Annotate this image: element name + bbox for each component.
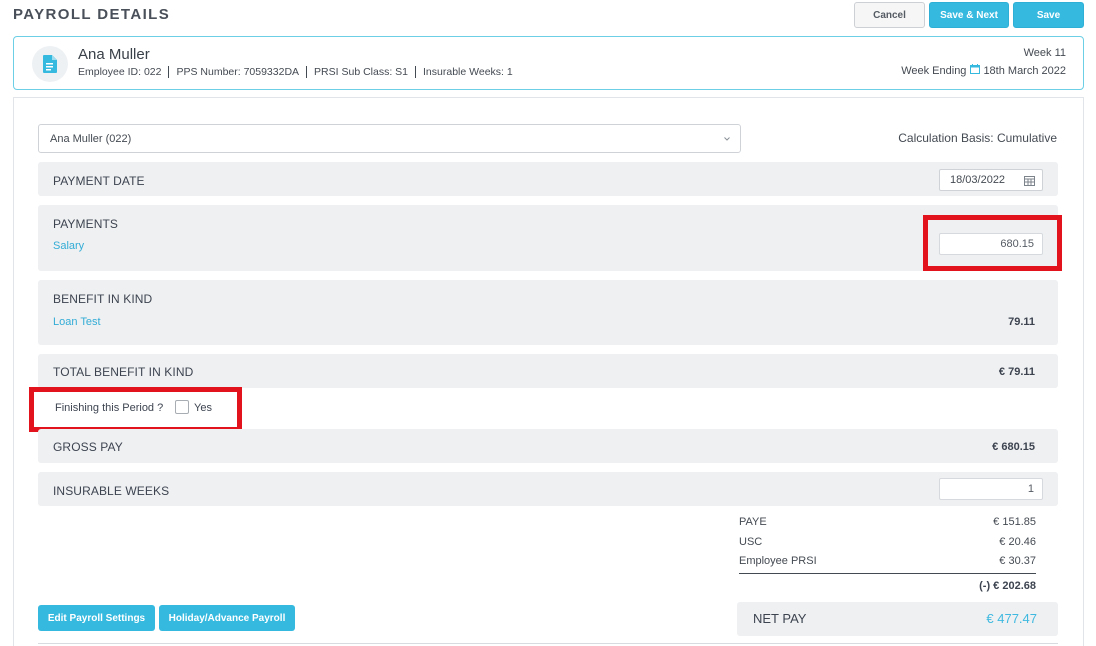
employee-id: Employee ID: 022 — [78, 66, 162, 78]
gross-pay-section: GROSS PAY € 680.15 — [38, 429, 1058, 463]
loan-test-link[interactable]: Loan Test — [53, 316, 101, 328]
payment-date-label: PAYMENT DATE — [53, 174, 145, 188]
pps-number: PPS Number: 7059332DA — [176, 66, 300, 78]
page-title: PAYROLL DETAILS — [13, 6, 171, 23]
deduction-row-usc: USC € 20.46 — [739, 536, 1036, 548]
total-bik-section: TOTAL BENEFIT IN KIND € 79.11 — [38, 354, 1058, 388]
insurable-weeks-meta: Insurable Weeks: 1 — [423, 66, 513, 78]
deduction-value: € 20.46 — [999, 536, 1036, 548]
payments-label: PAYMENTS — [53, 217, 119, 231]
chevron-down-icon — [723, 134, 731, 146]
cancel-button[interactable]: Cancel — [854, 2, 925, 28]
deductions-total: (-) € 202.68 — [979, 580, 1036, 592]
net-pay-box: NET PAY € 477.47 — [737, 602, 1058, 636]
divider — [168, 66, 170, 78]
benefit-in-kind-section: BENEFIT IN KIND Loan Test 79.11 — [38, 280, 1058, 345]
deduction-row-paye: PAYE € 151.85 — [739, 516, 1036, 528]
employee-name: Ana Muller — [78, 46, 150, 63]
save-button[interactable]: Save — [1013, 2, 1084, 28]
payments-section: PAYMENTS Salary — [38, 205, 1058, 271]
deduction-label: Employee PRSI — [739, 555, 817, 567]
employee-meta: Employee ID: 022 PPS Number: 7059332DA P… — [78, 66, 513, 78]
gross-pay-label: GROSS PAY — [53, 440, 123, 454]
insurable-weeks-input[interactable]: 1 — [939, 478, 1043, 500]
deduction-row-prsi: Employee PRSI € 30.37 — [739, 555, 1036, 567]
prsi-sub-class: PRSI Sub Class: S1 — [314, 66, 409, 78]
gross-pay-value: € 680.15 — [992, 441, 1035, 453]
deduction-label: PAYE — [739, 516, 767, 528]
calendar-icon[interactable] — [1024, 175, 1035, 189]
holiday-advance-payroll-button[interactable]: Holiday/Advance Payroll — [159, 605, 295, 631]
salary-link[interactable]: Salary — [53, 240, 84, 252]
employee-select-value: Ana Muller (022) — [50, 132, 132, 145]
payment-date-section: PAYMENT DATE 18/03/2022 — [38, 162, 1058, 196]
calculation-basis: Calculation Basis: Cumulative — [898, 131, 1057, 145]
total-bik-value: € 79.11 — [998, 366, 1035, 378]
insurable-weeks-section: INSURABLE WEEKS — [38, 472, 1058, 506]
document-icon — [32, 46, 68, 82]
divider — [415, 66, 417, 78]
payment-date-value: 18/03/2022 — [950, 174, 1006, 186]
loan-test-value: 79.11 — [1008, 316, 1035, 328]
calendar-icon — [970, 64, 981, 77]
total-bik-label: TOTAL BENEFIT IN KIND — [53, 365, 194, 379]
bottom-divider — [38, 643, 1058, 644]
deduction-label: USC — [739, 536, 763, 548]
benefit-in-kind-label: BENEFIT IN KIND — [53, 292, 153, 306]
divider — [306, 66, 308, 78]
highlight-box-salary — [923, 215, 1062, 271]
employee-select[interactable]: Ana Muller (022) — [38, 124, 741, 153]
employee-card: Ana Muller Employee ID: 022 PPS Number: … — [13, 36, 1084, 90]
deductions-divider — [739, 573, 1036, 574]
deduction-value: € 30.37 — [999, 555, 1036, 567]
net-pay-label: NET PAY — [753, 611, 807, 626]
highlight-box-finishing — [29, 387, 242, 432]
edit-payroll-settings-button[interactable]: Edit Payroll Settings — [38, 605, 155, 631]
week-ending-date: 18th March 2022 — [983, 64, 1066, 77]
week-ending: Week Ending 18th March 2022 — [901, 64, 1066, 77]
save-next-button[interactable]: Save & Next — [929, 2, 1009, 28]
week-ending-label: Week Ending — [901, 64, 967, 77]
net-pay-value: € 477.47 — [986, 611, 1037, 626]
payment-date-input[interactable]: 18/03/2022 — [939, 169, 1043, 191]
week-label: Week 11 — [1023, 47, 1066, 59]
insurable-weeks-label: INSURABLE WEEKS — [53, 484, 170, 498]
deduction-value: € 151.85 — [993, 516, 1036, 528]
